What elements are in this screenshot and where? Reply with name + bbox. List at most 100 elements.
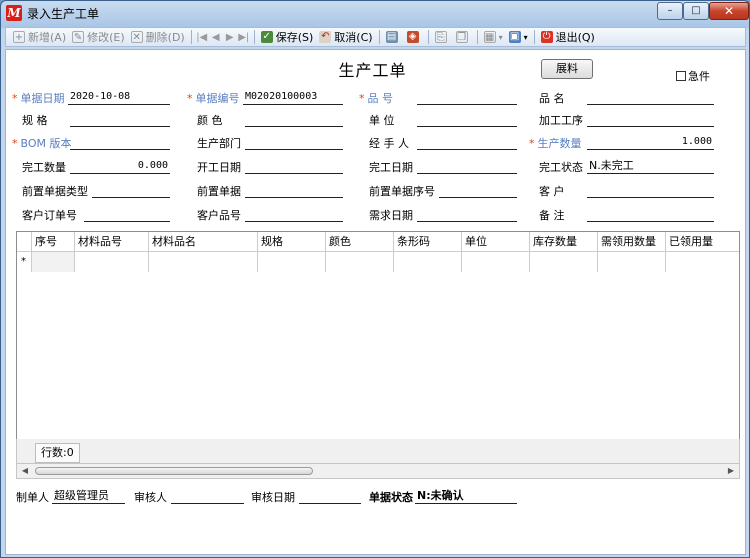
item-no-input[interactable]	[417, 88, 517, 105]
horizontal-scrollbar[interactable]: ◀ ▶	[16, 463, 740, 479]
unit-input[interactable]	[417, 110, 517, 127]
form-title: 生产工单	[338, 61, 407, 80]
close-button[interactable]: ✕	[709, 2, 749, 20]
table-cell[interactable]	[149, 252, 258, 272]
item-name-input[interactable]	[587, 88, 714, 105]
app-logo-icon: M	[6, 5, 22, 21]
print-button[interactable]: ▤	[383, 28, 404, 46]
scroll-left-icon[interactable]: ◀	[18, 465, 32, 477]
prev-seq-input[interactable]	[439, 181, 517, 198]
window-title: 录入生产工单	[27, 7, 100, 21]
cancel-label: 取消(C)	[334, 31, 373, 44]
urgent-checkbox[interactable]: 急件	[676, 68, 710, 84]
table-cell[interactable]	[666, 252, 739, 272]
cancel-button[interactable]: ↶ 取消(C)	[316, 28, 375, 46]
save-button[interactable]: ✓ 保存(S)	[258, 28, 317, 46]
doc-date-input[interactable]: 2020-10-08	[68, 88, 170, 105]
doc-no-input[interactable]: M02020100003	[243, 88, 343, 105]
remark-input[interactable]	[587, 205, 714, 222]
exit-icon: ⏻	[540, 31, 553, 43]
column-header[interactable]: 材料品名	[149, 232, 258, 252]
material-button[interactable]: 展料	[541, 59, 593, 79]
delete-icon: ✕	[130, 31, 143, 43]
first-record-icon[interactable]: |◀	[195, 32, 209, 43]
start-date-label: 开工日期	[197, 161, 241, 174]
remark-label: 备 注	[539, 209, 565, 222]
prev-record-icon[interactable]: ◀	[209, 32, 223, 43]
column-header[interactable]: 规格	[258, 232, 326, 252]
column-header[interactable]: 序号	[32, 232, 75, 252]
scrollbar-thumb[interactable]	[35, 467, 313, 475]
save-label: 保存(S)	[275, 31, 314, 44]
maximize-button[interactable]: □	[683, 2, 709, 20]
copy-button[interactable]: ❐	[453, 28, 474, 46]
table-cell[interactable]	[258, 252, 326, 272]
column-header[interactable]: 库存数量	[530, 232, 598, 252]
new-row[interactable]: *	[17, 252, 739, 272]
process-input[interactable]	[587, 110, 714, 127]
handler-input[interactable]	[417, 133, 517, 150]
column-header[interactable]: 颜色	[326, 232, 394, 252]
dept-input[interactable]	[245, 133, 343, 150]
form-area: 生产工单 展料 急件 * 单据日期 2020-10-08 * 单据编号 M02020…	[5, 49, 746, 555]
bom-label-text: BOM 版本	[20, 137, 72, 150]
prev-type-label: 前置单据类型	[22, 185, 88, 198]
table-cell[interactable]	[32, 252, 75, 272]
table-cell[interactable]	[598, 252, 666, 272]
customer-input[interactable]	[587, 181, 714, 198]
scroll-right-icon[interactable]: ▶	[724, 465, 738, 477]
cust-order-label: 客户订单号	[22, 209, 77, 222]
prev-doc-label: 前置单据	[197, 185, 241, 198]
delete-label: 删除(D)	[145, 31, 185, 44]
finish-status-input[interactable]: N.未完工	[587, 157, 714, 174]
grid-header: 序号 材料品号 材料品名 规格 颜色 条形码 单位 库存数量 需领用数量 已领用…	[17, 232, 739, 252]
cust-item-input[interactable]	[245, 205, 343, 222]
minimize-button[interactable]: –	[657, 2, 683, 20]
finish-date-label: 完工日期	[369, 161, 413, 174]
column-header[interactable]: 已领用量	[666, 232, 739, 252]
new-button[interactable]: + 新增(A)	[10, 28, 69, 46]
export-button[interactable]: ▣ ▾	[506, 28, 531, 46]
column-header[interactable]: 需领用数量	[598, 232, 666, 252]
column-header[interactable]: 单位	[462, 232, 530, 252]
prev-doc-input[interactable]	[245, 181, 343, 198]
edit-button[interactable]: ✎ 修改(E)	[69, 28, 128, 46]
cust-order-input[interactable]	[84, 205, 170, 222]
next-record-icon[interactable]: ▶	[223, 32, 237, 43]
done-qty-input[interactable]: 0.000	[70, 157, 170, 174]
qty-label-text: 生产数量	[537, 137, 582, 150]
dept-label: 生产部门	[197, 137, 241, 150]
preview-button[interactable]: ◈	[404, 28, 425, 46]
last-record-icon[interactable]: ▶|	[237, 32, 251, 43]
finish-date-input[interactable]	[417, 157, 517, 174]
new-label: 新增(A)	[28, 31, 67, 44]
exit-button[interactable]: ⏻ 退出(Q)	[538, 28, 598, 46]
title-bar[interactable]: M 录入生产工单 – □ ✕	[1, 1, 749, 25]
checkbox-icon	[676, 71, 686, 81]
req-date-input[interactable]	[417, 205, 517, 222]
item-no-label: * 品 号	[359, 90, 393, 106]
color-input[interactable]	[245, 110, 343, 127]
table-cell[interactable]	[462, 252, 530, 272]
table-cell[interactable]	[75, 252, 149, 272]
toolbar-separator	[476, 30, 478, 44]
toolbar-separator	[253, 30, 255, 44]
column-header[interactable]: 条形码	[394, 232, 462, 252]
table-cell[interactable]	[394, 252, 462, 272]
qty-input[interactable]: 1.000	[587, 133, 714, 150]
table-cell[interactable]	[530, 252, 598, 272]
attachment-button[interactable]: ⎘	[432, 28, 453, 46]
material-grid[interactable]: 序号 材料品号 材料品名 规格 颜色 条形码 单位 库存数量 需领用数量 已领用…	[16, 231, 740, 473]
review-date-value	[299, 487, 361, 504]
start-date-input[interactable]	[245, 157, 343, 174]
bom-input[interactable]	[70, 133, 170, 150]
prev-seq-label: 前置单据序号	[369, 185, 435, 198]
attachment-icon: ⎘	[434, 31, 447, 43]
report-button[interactable]: ▦ ▾	[481, 28, 506, 46]
table-cell[interactable]	[326, 252, 394, 272]
column-header[interactable]: 材料品号	[75, 232, 149, 252]
new-row-marker: *	[17, 252, 32, 272]
spec-input[interactable]	[70, 110, 170, 127]
delete-button[interactable]: ✕ 删除(D)	[128, 28, 188, 46]
prev-type-input[interactable]	[92, 181, 170, 198]
